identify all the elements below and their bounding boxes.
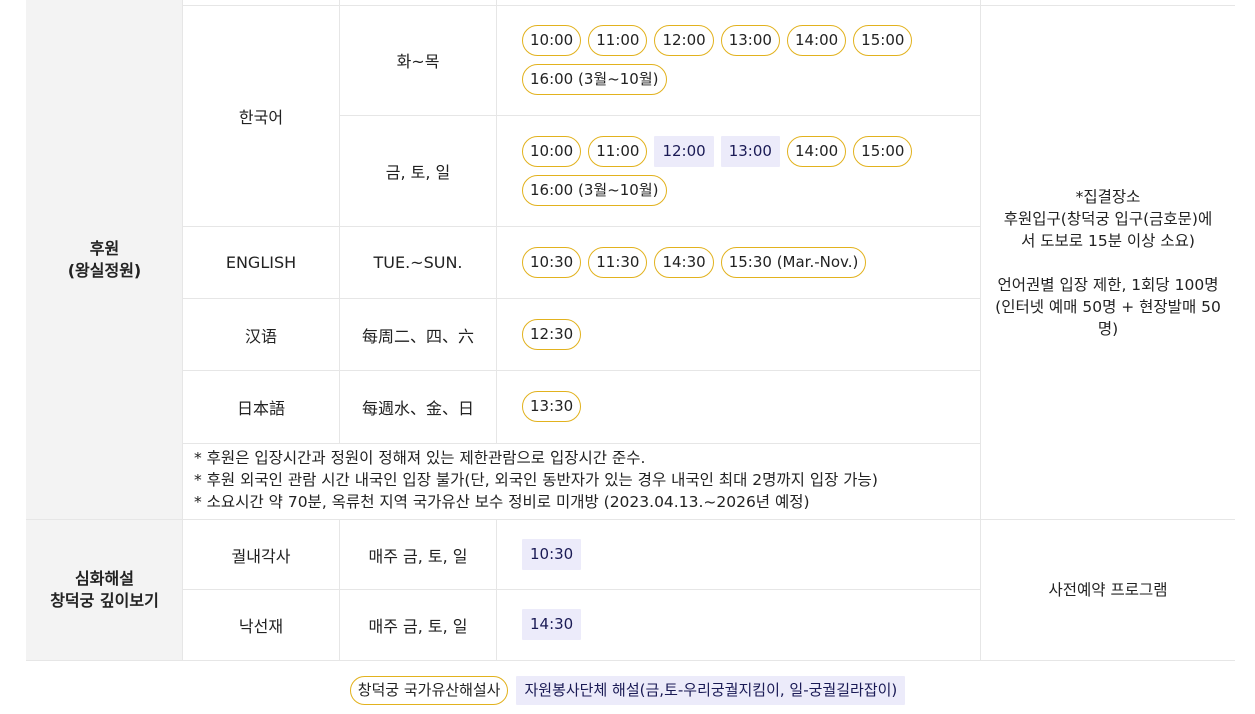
note-line: * 후원은 입장시간과 정원이 정해져 있는 제한관람으로 입장시간 준수. <box>194 449 646 467</box>
time-chip-heritage: 13:00 <box>720 25 780 56</box>
times-tue-thu: 10:00 11:00 12:00 13:00 14:00 15:00 16:00 (3월~… <box>522 25 962 95</box>
language-chinese: 汉语 <box>244 326 277 346</box>
time-chip-heritage: 13:30 <box>522 391 582 422</box>
time-chip-heritage: 16:00 (3월~10월) <box>522 175 667 206</box>
grid-line <box>26 660 1235 661</box>
note-line: * 후원 외국인 관람 시간 내국인 입장 불가(단, 외국인 동반자가 있는 … <box>194 471 878 489</box>
time-chip-heritage: 16:00 (3월~10월) <box>522 64 667 95</box>
times-chinese: 12:30 <box>522 319 962 350</box>
time-chip-heritage: 12:00 <box>654 25 714 56</box>
times-fri-sun: 10:00 11:00 12:00 13:00 14:00 15:00 16:00 (3월~… <box>522 136 962 206</box>
days-fri-sun: 금, 토, 일 <box>385 163 451 182</box>
times-nakseonjae: 14:30 <box>522 609 962 640</box>
grid-line <box>496 520 497 661</box>
times-japanese: 13:30 <box>522 391 962 422</box>
time-chip-volunteer: 13:00 <box>720 136 780 167</box>
huwon-category-label: 후원 (왕실정원) <box>67 239 142 280</box>
time-chip-heritage: 14:00 <box>786 25 847 56</box>
time-chip-volunteer: 14:30 <box>522 609 582 640</box>
time-chip-heritage: 14:00 <box>786 136 847 167</box>
huwon-side-note: *집결장소 후원입구(창덕궁 입구(금호문)에 서 도보로 15분 이상 소요)… <box>995 187 1221 338</box>
place-gwolnaegaksa: 궐내각사 <box>231 546 291 566</box>
times-english: 10:30 11:30 14:30 15:30 (Mar.-Nov.) <box>522 247 962 278</box>
place-nakseonjae: 낙선재 <box>238 617 284 636</box>
deep-category-label: 심화해설 창덕궁 깊이보기 <box>50 569 159 610</box>
days-chinese: 每周二、四、六 <box>361 326 474 346</box>
days-english: TUE.~SUN. <box>373 253 463 272</box>
legend-heritage-guide: 창덕궁 국가유산해설사 <box>349 676 509 705</box>
legend-volunteer-guide: 자원봉사단체 해설(금,토-우리궁궐지킴이, 일-궁궐길라잡이) <box>516 676 906 705</box>
days-nakseonjae: 매주 금, 토, 일 <box>368 617 468 636</box>
days-japanese: 每週水、金、日 <box>361 399 474 418</box>
time-chip-heritage: 10:00 <box>522 136 582 167</box>
times-gwolnaegaksa: 10:30 <box>522 539 962 570</box>
time-chip-heritage: 15:00 <box>853 136 913 167</box>
time-chip-heritage: 14:30 <box>654 247 714 278</box>
language-korean: 한국어 <box>238 107 284 127</box>
time-chip-volunteer: 10:30 <box>522 539 582 570</box>
grid-line <box>496 0 497 444</box>
time-chip-heritage: 11:00 <box>588 25 648 56</box>
time-chip-heritage: 10:30 <box>522 247 582 278</box>
note-line: * 소요시간 약 70분, 옥류천 지역 국가유산 보수 정비로 미개방 (20… <box>194 493 810 511</box>
days-tue-thu: 화~목 <box>396 52 440 71</box>
time-chip-heritage: 11:30 <box>588 247 648 278</box>
days-gwolnaegaksa: 매주 금, 토, 일 <box>368 546 468 566</box>
time-chip-heritage: 15:30 (Mar.-Nov.) <box>720 247 867 278</box>
deep-side-note: 사전예약 프로그램 <box>1048 581 1168 599</box>
language-english: ENGLISH <box>225 253 297 272</box>
legend: 창덕궁 국가유산해설사 자원봉사단체 해설(금,토-우리궁궐지킴이, 일-궁궐길… <box>0 676 1255 705</box>
time-chip-heritage: 11:00 <box>588 136 648 167</box>
language-japanese: 日本語 <box>236 399 285 418</box>
time-chip-volunteer: 12:00 <box>654 136 714 167</box>
huwon-notes: * 후원은 입장시간과 정원이 정해져 있는 제한관람으로 입장시간 준수. *… <box>194 447 974 513</box>
time-chip-heritage: 12:30 <box>522 319 582 350</box>
grid-line <box>183 443 980 444</box>
time-chip-heritage: 15:00 <box>853 25 913 56</box>
time-chip-heritage: 10:00 <box>522 25 582 56</box>
